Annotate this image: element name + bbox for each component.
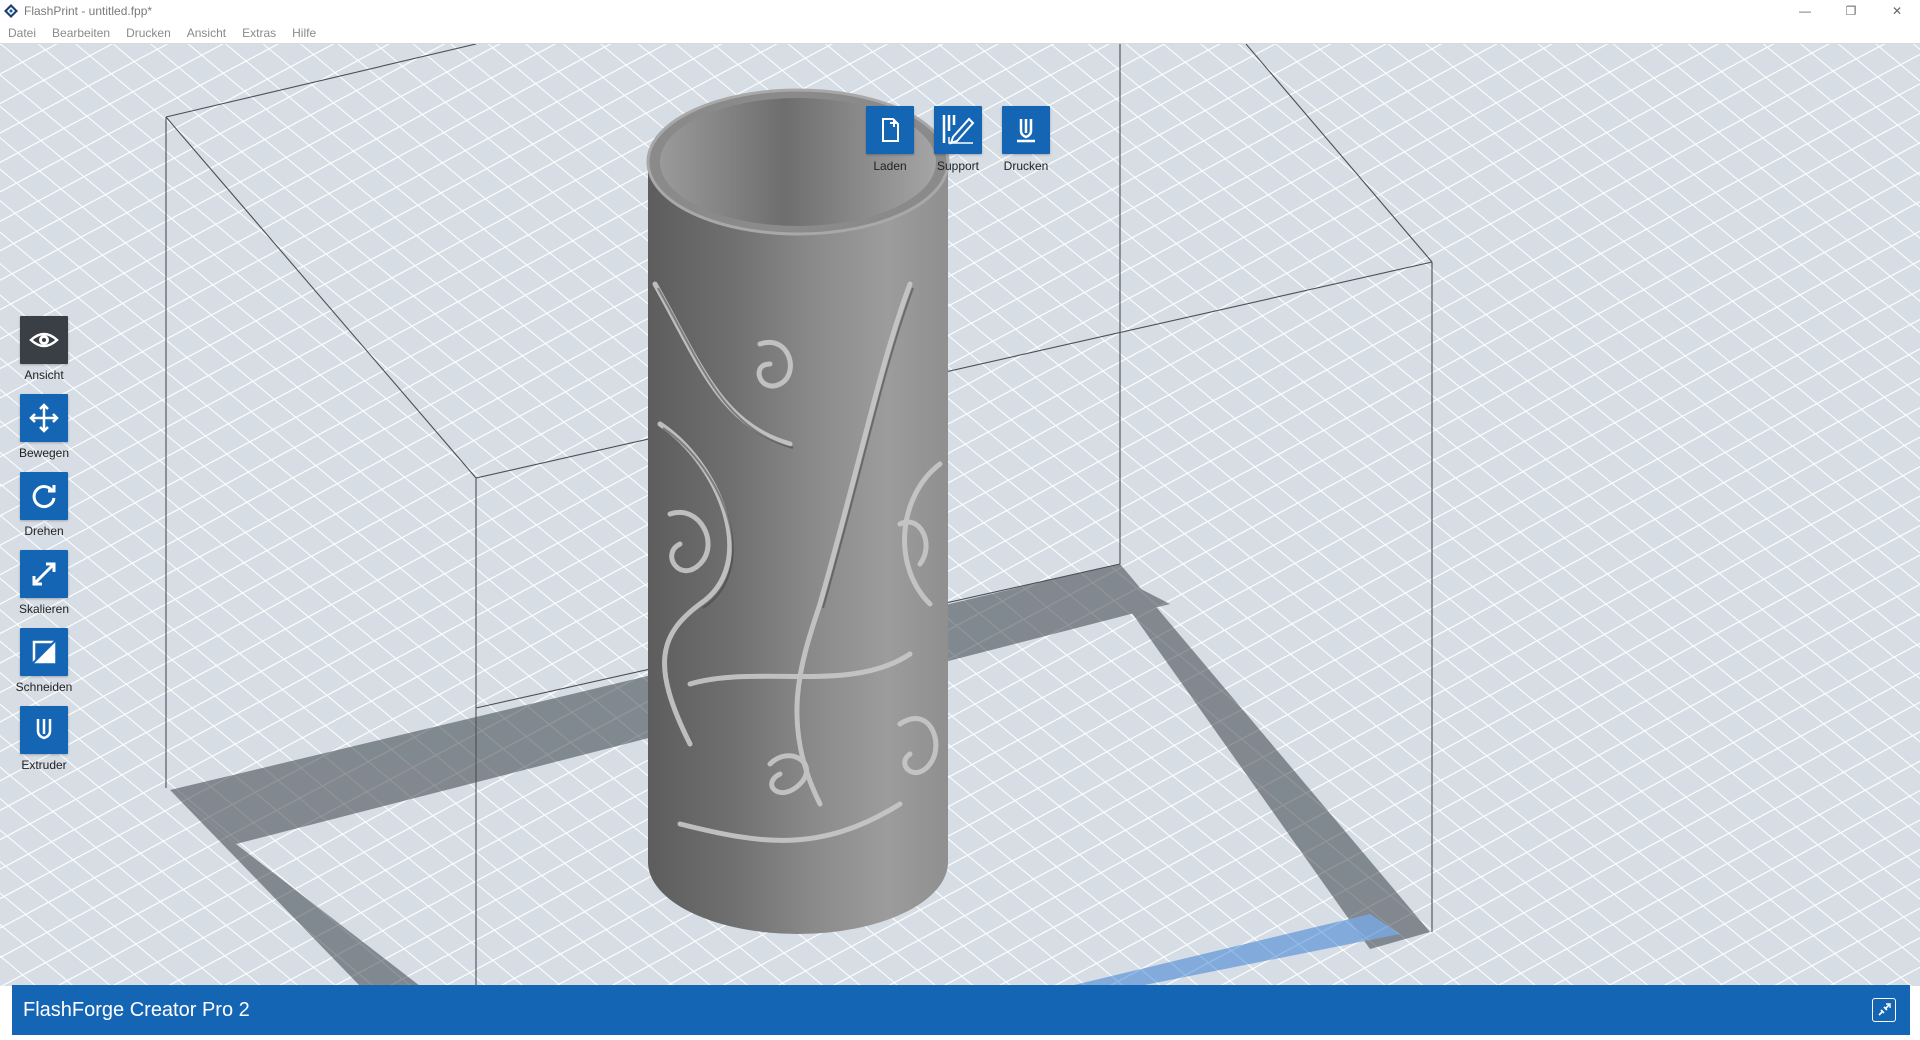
cut-plane-icon <box>20 628 68 676</box>
flashprint-logo-icon <box>4 4 18 18</box>
window-controls: — ❐ ✕ <box>1782 0 1920 22</box>
file-plus-icon <box>866 106 914 154</box>
restore-button[interactable]: ❐ <box>1828 0 1874 22</box>
extruder-label: Extruder <box>21 758 67 772</box>
eye-icon <box>20 316 68 364</box>
menu-hilfe[interactable]: Hilfe <box>284 26 324 40</box>
cut-label: Schneiden <box>15 680 73 694</box>
scale-label: Skalieren <box>18 602 70 616</box>
support-label: Support <box>936 159 980 173</box>
vase-model <box>646 88 950 934</box>
scale-diagonal-icon <box>20 550 68 598</box>
extruder-tool-button[interactable]: Extruder <box>20 706 68 772</box>
menu-bar: Datei Bearbeiten Drucken Ansicht Extras … <box>0 22 1920 44</box>
load-button[interactable]: Laden <box>866 106 914 173</box>
grid-floor <box>0 44 1920 986</box>
build-scene <box>0 44 1920 986</box>
rotate-tool-button[interactable]: Drehen <box>20 472 68 538</box>
support-pencil-icon <box>934 106 982 154</box>
top-toolbar: Laden Support Drucken <box>866 106 1050 173</box>
printer-status-bar: FlashForge Creator Pro 2 <box>12 985 1910 1035</box>
printer-name: FlashForge Creator Pro 2 <box>23 998 250 1021</box>
support-button[interactable]: Support <box>934 106 982 173</box>
connect-printer-button[interactable] <box>1872 998 1896 1022</box>
3d-viewport[interactable]: Laden Support Drucken Ansicht Bewegen Dr… <box>0 44 1920 986</box>
left-toolbar: Ansicht Bewegen Drehen Skalieren Schneid… <box>16 316 72 772</box>
load-label: Laden <box>873 159 907 173</box>
move-tool-button[interactable]: Bewegen <box>18 394 70 460</box>
close-button[interactable]: ✕ <box>1874 0 1920 22</box>
menu-extras[interactable]: Extras <box>234 26 284 40</box>
extruder-icon <box>20 706 68 754</box>
rotate-label: Drehen <box>24 524 64 538</box>
scale-tool-button[interactable]: Skalieren <box>18 550 70 616</box>
print-button[interactable]: Drucken <box>1002 106 1050 173</box>
rotate-icon <box>20 472 68 520</box>
flashprint-window: FlashPrint - untitled.fpp* — ❐ ✕ Datei B… <box>0 0 1920 1040</box>
cut-tool-button[interactable]: Schneiden <box>16 628 72 694</box>
print-label: Drucken <box>1003 159 1049 173</box>
move-label: Bewegen <box>18 446 70 460</box>
menu-datei[interactable]: Datei <box>0 26 44 40</box>
menu-ansicht[interactable]: Ansicht <box>179 26 234 40</box>
menu-drucken[interactable]: Drucken <box>118 26 179 40</box>
window-title: FlashPrint - untitled.fpp* <box>24 4 153 18</box>
menu-bearbeiten[interactable]: Bearbeiten <box>44 26 118 40</box>
view-tool-button[interactable]: Ansicht <box>20 316 68 382</box>
move-arrows-icon <box>20 394 68 442</box>
extruder-nozzle-icon <box>1002 106 1050 154</box>
minimize-button[interactable]: — <box>1782 0 1828 22</box>
title-bar: FlashPrint - untitled.fpp* — ❐ ✕ <box>0 0 1920 22</box>
view-label: Ansicht <box>24 368 64 382</box>
connect-link-icon <box>1878 1003 1891 1016</box>
